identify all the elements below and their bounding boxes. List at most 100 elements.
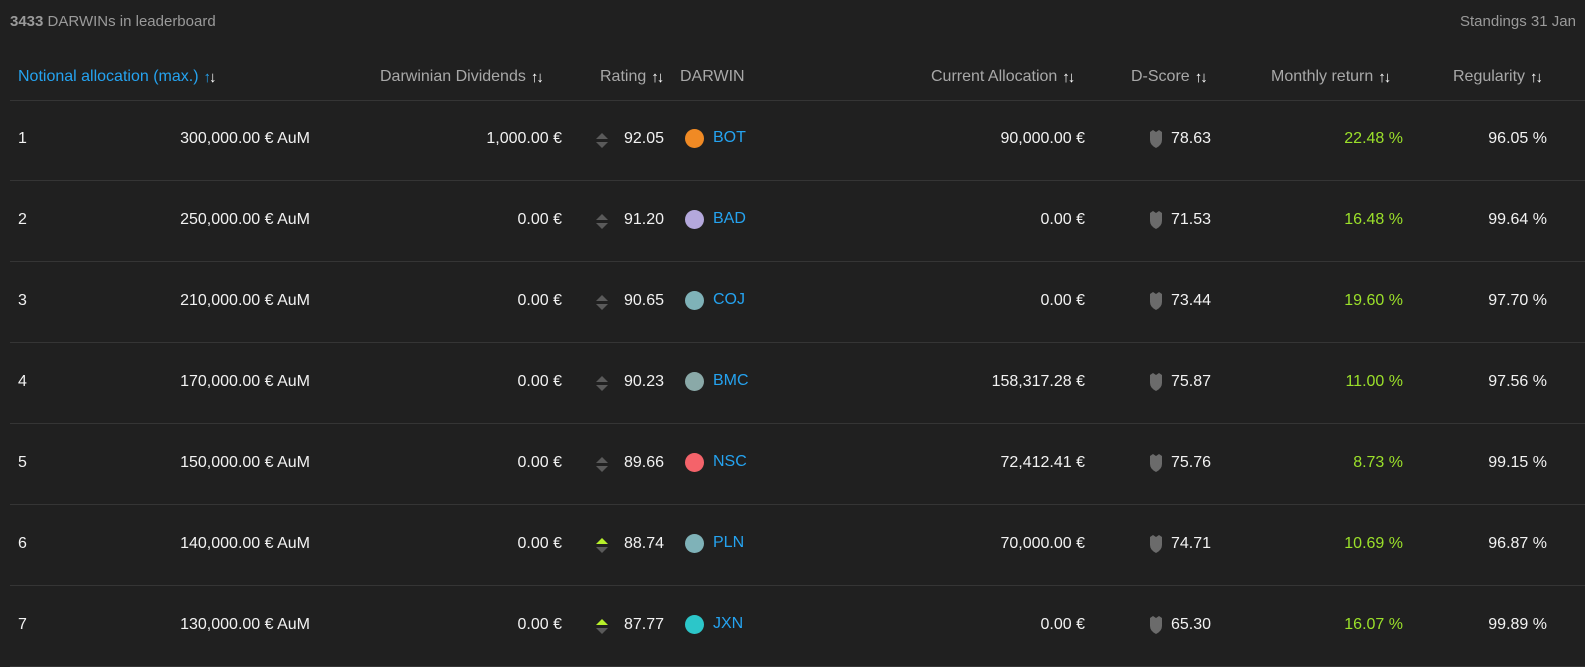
rank-value: 3 xyxy=(18,292,27,309)
rank-value: 5 xyxy=(18,454,27,471)
rating-value: 89.66 xyxy=(623,454,664,471)
column-label: D-Score xyxy=(1131,68,1190,85)
column-label: DARWIN xyxy=(680,68,745,85)
shield-icon xyxy=(1150,454,1162,472)
rating-trend-icon xyxy=(596,214,608,230)
rank-value: 1 xyxy=(18,130,27,147)
shield-icon xyxy=(1150,292,1162,310)
table-row[interactable]: 7 130,000.00 € AuM 0.00 € 87.77 JXN 0.00… xyxy=(10,586,1585,667)
shield-icon xyxy=(1150,211,1162,229)
darwin-color-dot xyxy=(685,615,704,634)
rating-value: 91.20 xyxy=(623,211,664,228)
dividends-value: 1,000.00 € xyxy=(486,130,562,147)
darwin-count: 3433 DARWINs in leaderboard xyxy=(10,13,216,30)
darwin-ticker-link[interactable]: COJ xyxy=(713,291,745,309)
current-allocation-value: 70,000.00 € xyxy=(1000,535,1085,552)
column-label: Regularity xyxy=(1453,68,1526,85)
darwin-color-dot xyxy=(685,453,704,472)
sort-arrows-icon[interactable]: ↑ ↓ xyxy=(1195,69,1208,86)
leaderboard-rows: 1 300,000.00 € AuM 1,000.00 € 92.05 BOT … xyxy=(10,100,1585,667)
column-dscore[interactable]: D-Score ↑ ↓ xyxy=(1131,68,1208,86)
darwin-color-dot xyxy=(685,372,704,391)
column-current-allocation[interactable]: Current Allocation ↑ ↓ xyxy=(931,68,1075,86)
darwin-ticker-link[interactable]: BAD xyxy=(713,210,746,228)
darwin-ticker-link[interactable]: BOT xyxy=(713,129,746,147)
notional-allocation-value: 250,000.00 € AuM xyxy=(180,211,310,228)
notional-allocation-value: 300,000.00 € AuM xyxy=(180,130,310,147)
table-row[interactable]: 4 170,000.00 € AuM 0.00 € 90.23 BMC 158,… xyxy=(10,343,1585,424)
dscore-value: 75.76 xyxy=(1171,454,1212,471)
darwin-count-number: 3433 xyxy=(10,13,44,30)
rating-value: 90.23 xyxy=(623,373,664,390)
notional-allocation-value: 210,000.00 € AuM xyxy=(180,292,310,309)
regularity-value: 96.87 % xyxy=(1488,535,1547,552)
column-label: Current Allocation xyxy=(931,68,1058,85)
shield-icon xyxy=(1150,616,1162,634)
dscore-value: 65.30 xyxy=(1171,616,1212,633)
regularity-value: 99.89 % xyxy=(1488,616,1547,633)
table-row[interactable]: 2 250,000.00 € AuM 0.00 € 91.20 BAD 0.00… xyxy=(10,181,1585,262)
column-notional-allocation[interactable]: Notional allocation (max.) ↑ ↓ xyxy=(18,68,217,86)
dscore-value: 78.63 xyxy=(1171,130,1212,147)
current-allocation-value: 0.00 € xyxy=(1040,616,1085,633)
monthly-return-value: 19.60 % xyxy=(1344,292,1403,309)
darwin-color-dot xyxy=(685,210,704,229)
notional-allocation-value: 170,000.00 € AuM xyxy=(180,373,310,390)
rating-value: 92.05 xyxy=(623,130,664,147)
column-rating[interactable]: Rating ↑ ↓ xyxy=(600,68,664,86)
current-allocation-value: 72,412.41 € xyxy=(1000,454,1085,471)
table-header: Notional allocation (max.) ↑ ↓ Darwinian … xyxy=(10,56,1585,101)
rating-trend-icon xyxy=(596,538,608,554)
darwin-ticker-link[interactable]: PLN xyxy=(713,534,744,552)
table-row[interactable]: 5 150,000.00 € AuM 0.00 € 89.66 NSC 72,4… xyxy=(10,424,1585,505)
regularity-value: 97.70 % xyxy=(1488,292,1547,309)
sort-arrows-icon[interactable]: ↑ ↓ xyxy=(531,69,544,86)
sort-arrows-icon[interactable]: ↑ ↓ xyxy=(1530,69,1543,86)
shield-icon xyxy=(1150,130,1162,148)
shield-icon xyxy=(1150,535,1162,553)
monthly-return-value: 22.48 % xyxy=(1344,130,1403,147)
rating-trend-icon xyxy=(596,457,608,473)
rating-trend-icon xyxy=(596,376,608,392)
table-row[interactable]: 1 300,000.00 € AuM 1,000.00 € 92.05 BOT … xyxy=(10,100,1585,181)
column-label: Notional allocation (max.) xyxy=(18,68,199,85)
darwin-ticker-link[interactable]: JXN xyxy=(713,615,743,633)
regularity-value: 96.05 % xyxy=(1488,130,1547,147)
sort-arrows-icon[interactable]: ↑ ↓ xyxy=(651,69,664,86)
darwin-color-dot xyxy=(685,291,704,310)
column-label: Darwinian Dividends xyxy=(380,68,526,85)
column-regularity[interactable]: Regularity ↑ ↓ xyxy=(1453,68,1543,86)
column-monthly-return[interactable]: Monthly return ↑ ↓ xyxy=(1271,68,1391,86)
dividends-value: 0.00 € xyxy=(517,535,562,552)
column-darwinian-dividends[interactable]: Darwinian Dividends ↑ ↓ xyxy=(380,68,544,86)
rating-trend-icon xyxy=(596,295,608,311)
darwin-ticker-link[interactable]: NSC xyxy=(713,453,747,471)
current-allocation-value: 158,317.28 € xyxy=(991,373,1085,390)
darwin-ticker-link[interactable]: BMC xyxy=(713,372,749,390)
monthly-return-value: 16.48 % xyxy=(1344,211,1403,228)
table-row[interactable]: 3 210,000.00 € AuM 0.00 € 90.65 COJ 0.00… xyxy=(10,262,1585,343)
dscore-value: 71.53 xyxy=(1171,211,1212,228)
table-row[interactable]: 6 140,000.00 € AuM 0.00 € 88.74 PLN 70,0… xyxy=(10,505,1585,586)
dividends-value: 0.00 € xyxy=(517,373,562,390)
sort-arrows-icon[interactable]: ↑ ↓ xyxy=(204,69,217,86)
current-allocation-value: 0.00 € xyxy=(1040,211,1085,228)
rating-value: 87.77 xyxy=(623,616,664,633)
dscore-value: 75.87 xyxy=(1171,373,1212,390)
rating-value: 90.65 xyxy=(623,292,664,309)
dscore-value: 74.71 xyxy=(1171,535,1212,552)
current-allocation-value: 90,000.00 € xyxy=(1000,130,1085,147)
column-darwin: DARWIN xyxy=(680,68,745,86)
monthly-return-value: 10.69 % xyxy=(1344,535,1403,552)
rating-trend-icon xyxy=(596,619,608,635)
monthly-return-value: 11.00 % xyxy=(1345,373,1403,390)
sort-arrows-icon[interactable]: ↑ ↓ xyxy=(1062,69,1075,86)
dscore-value: 73.44 xyxy=(1171,292,1212,309)
sort-arrows-icon[interactable]: ↑ ↓ xyxy=(1378,69,1391,86)
column-label: Rating xyxy=(600,68,647,85)
notional-allocation-value: 150,000.00 € AuM xyxy=(180,454,310,471)
regularity-value: 97.56 % xyxy=(1488,373,1547,390)
rank-value: 7 xyxy=(18,616,27,633)
regularity-value: 99.15 % xyxy=(1488,454,1547,471)
notional-allocation-value: 130,000.00 € AuM xyxy=(180,616,310,633)
